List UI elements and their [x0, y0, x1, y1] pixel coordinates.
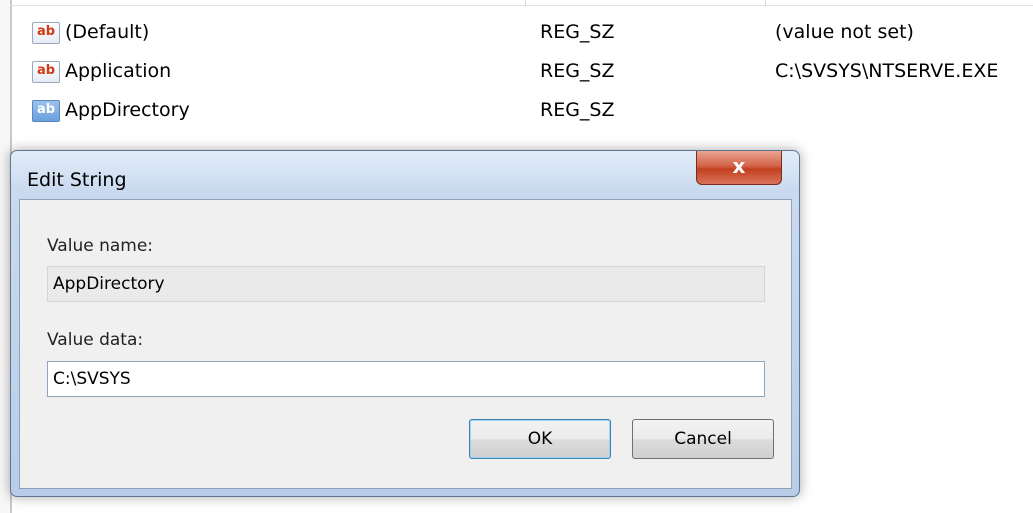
column-separator[interactable] — [525, 0, 526, 6]
close-icon: x — [732, 154, 746, 178]
value-name: (Default) — [65, 21, 150, 43]
registry-value-row[interactable]: ab Application REG_SZ C:\SVSYS\NTSERVE.E… — [32, 57, 1032, 85]
value-data-input[interactable] — [47, 361, 765, 397]
registry-value-row[interactable]: ab AppDirectory REG_SZ — [32, 96, 1032, 124]
value-data: C:\SVSYS\NTSERVE.EXE — [775, 60, 999, 82]
registry-value-row[interactable]: ab (Default) REG_SZ (value not set) — [32, 18, 1032, 46]
value-type: REG_SZ — [540, 60, 615, 82]
value-name: Application — [65, 60, 172, 82]
dialog-title: Edit String — [27, 169, 127, 191]
value-data-label: Value data: — [47, 330, 144, 350]
value-type: REG_SZ — [540, 99, 615, 121]
string-value-icon: ab — [32, 100, 60, 122]
dialog-body: Value name: AppDirectory Value data: OK … — [19, 199, 792, 489]
edit-string-dialog: Edit String x Value name: AppDirectory V… — [10, 150, 800, 497]
value-name: AppDirectory — [65, 99, 190, 121]
value-data: (value not set) — [775, 21, 914, 43]
string-value-icon: ab — [32, 22, 60, 44]
value-name-field: AppDirectory — [47, 266, 765, 302]
value-name-label: Value name: — [47, 236, 154, 256]
close-button[interactable]: x — [696, 151, 782, 185]
string-value-icon: ab — [32, 61, 60, 83]
cancel-button[interactable]: Cancel — [632, 419, 774, 459]
list-header-edge — [10, 0, 1033, 6]
value-type: REG_SZ — [540, 21, 615, 43]
ok-button[interactable]: OK — [469, 419, 611, 459]
column-separator[interactable] — [765, 0, 766, 6]
